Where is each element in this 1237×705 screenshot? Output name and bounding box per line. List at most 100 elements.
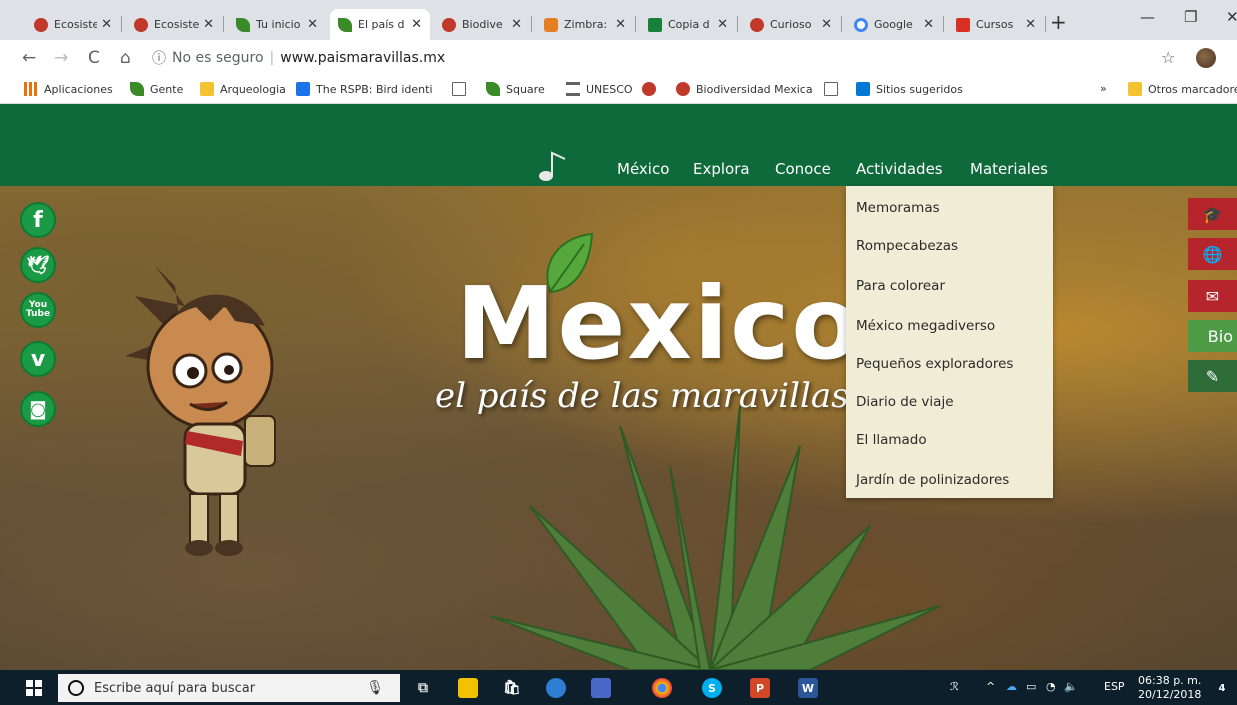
dropdown-item-jardin-de-polinizadores[interactable]: Jardín de polinizadores bbox=[856, 472, 1009, 488]
vimeo-icon[interactable]: v bbox=[20, 341, 56, 377]
graduation-cap-icon[interactable]: 🎓 bbox=[1188, 198, 1237, 230]
tab-separator bbox=[943, 16, 944, 32]
bookmark-item[interactable]: Aplicaciones bbox=[24, 82, 113, 96]
browser-tab[interactable]: Ecosiste ✕ bbox=[26, 9, 120, 40]
youtube-icon[interactable]: You Tube bbox=[20, 292, 56, 328]
menu-explora[interactable]: Explora bbox=[693, 160, 750, 178]
bookmark-item[interactable]: Gente bbox=[130, 82, 183, 96]
microphone-icon[interactable]: 🎙 bbox=[366, 680, 384, 696]
bookmark-item[interactable] bbox=[824, 82, 844, 96]
music-note-logo-icon[interactable] bbox=[537, 149, 571, 183]
home-button[interactable]: ⌂ bbox=[120, 48, 131, 68]
menu-materiales[interactable]: Materiales bbox=[970, 160, 1048, 178]
dropdown-item-memoramas[interactable]: Memoramas bbox=[856, 200, 940, 216]
info-icon[interactable]: ⓘ bbox=[152, 48, 166, 68]
browser-tab[interactable]: Zimbra: ✕ bbox=[536, 9, 634, 40]
back-button[interactable]: ← bbox=[22, 48, 36, 68]
instagram-icon[interactable]: ◙ bbox=[20, 391, 56, 427]
menu-mexico[interactable]: México bbox=[617, 160, 669, 178]
globe-icon bbox=[134, 17, 148, 32]
forward-button[interactable]: → bbox=[54, 48, 68, 68]
dropdown-item-mexico-megadiverso[interactable]: México megadiverso bbox=[856, 318, 995, 334]
bookmark-label: Aplicaciones bbox=[44, 82, 113, 96]
bookmark-item[interactable]: UNESCO bbox=[566, 82, 633, 96]
file-explorer-icon[interactable] bbox=[458, 678, 478, 698]
windows-start-icon[interactable] bbox=[26, 680, 42, 696]
envelope-icon[interactable]: ✉ bbox=[1188, 280, 1237, 312]
bookmark-star-icon[interactable]: ☆ bbox=[1161, 48, 1175, 67]
close-tab-icon[interactable]: ✕ bbox=[101, 17, 112, 32]
chevron-up-icon[interactable]: ^ bbox=[986, 680, 995, 693]
close-tab-icon[interactable]: ✕ bbox=[411, 17, 422, 32]
bookmark-item[interactable] bbox=[452, 82, 472, 96]
browser-tab[interactable]: Ecosiste ✕ bbox=[126, 9, 222, 40]
chrome-icon[interactable] bbox=[652, 678, 672, 698]
restore-button[interactable]: ❐ bbox=[1184, 8, 1197, 26]
network-globe-icon[interactable] bbox=[546, 678, 566, 698]
close-tab-icon[interactable]: ✕ bbox=[821, 17, 832, 32]
facebook-icon[interactable]: f bbox=[20, 202, 56, 238]
browser-tab[interactable]: Cursos ✕ bbox=[948, 9, 1044, 40]
twitter-icon[interactable]: 🕊 bbox=[20, 247, 56, 283]
zimbra-icon bbox=[544, 17, 558, 32]
bookmark-item[interactable]: Square bbox=[486, 82, 545, 96]
language-indicator[interactable]: ESP bbox=[1104, 680, 1125, 693]
battery-icon[interactable]: ▭ bbox=[1026, 680, 1036, 693]
security-status: No es seguro bbox=[172, 50, 264, 66]
close-window-button[interactable]: ✕ bbox=[1226, 8, 1237, 26]
close-tab-icon[interactable]: ✕ bbox=[717, 17, 728, 32]
browser-menu-icon[interactable]: ⋮ bbox=[1230, 48, 1237, 67]
browser-tab[interactable]: Biodive ✕ bbox=[434, 9, 530, 40]
profile-avatar[interactable] bbox=[1196, 48, 1216, 68]
bookmarks-overflow-button[interactable]: » bbox=[1100, 82, 1107, 95]
dropdown-item-pequenos-exploradores[interactable]: Pequeños exploradores bbox=[856, 356, 1013, 372]
globe-icon[interactable]: 🌐 bbox=[1188, 238, 1237, 270]
bookmark-item[interactable]: Arqueologia bbox=[200, 82, 286, 96]
close-tab-icon[interactable]: ✕ bbox=[615, 17, 626, 32]
tab-title: Cursos bbox=[976, 18, 1014, 31]
folder-icon bbox=[1128, 82, 1142, 96]
close-tab-icon[interactable]: ✕ bbox=[307, 17, 318, 32]
volume-icon[interactable]: 🔈 bbox=[1064, 680, 1078, 693]
clock[interactable]: 06:38 p. m. 20/12/2018 bbox=[1138, 674, 1201, 702]
wifi-icon[interactable]: ◔ bbox=[1046, 680, 1056, 693]
people-icon[interactable]: ℛ bbox=[950, 680, 959, 693]
browser-tab[interactable]: Copia d ✕ bbox=[640, 9, 736, 40]
bio-tab[interactable]: Bio bbox=[1188, 320, 1237, 352]
apps-grid-icon bbox=[24, 82, 38, 96]
dropdown-item-rompecabezas[interactable]: Rompecabezas bbox=[856, 238, 958, 254]
bookmark-item[interactable] bbox=[642, 82, 662, 96]
menu-actividades[interactable]: Actividades bbox=[856, 160, 943, 178]
close-tab-icon[interactable]: ✕ bbox=[1025, 17, 1036, 32]
dropdown-item-para-colorear[interactable]: Para colorear bbox=[856, 278, 945, 294]
other-bookmarks[interactable]: Otros marcadore bbox=[1128, 82, 1237, 96]
bookmark-item[interactable]: Sitios sugeridos bbox=[856, 82, 963, 96]
bookmark-item[interactable]: The RSPB: Bird identi bbox=[296, 82, 442, 96]
store-icon[interactable]: 🛍 bbox=[502, 678, 522, 698]
close-tab-icon[interactable]: ✕ bbox=[923, 17, 934, 32]
minimize-button[interactable]: — bbox=[1140, 8, 1155, 26]
powerpoint-icon[interactable]: P bbox=[750, 678, 770, 698]
onedrive-icon[interactable]: ☁ bbox=[1006, 680, 1017, 693]
skype-icon[interactable]: S bbox=[702, 678, 722, 698]
notifications-icon[interactable]: 4 bbox=[1212, 678, 1232, 698]
close-tab-icon[interactable]: ✕ bbox=[203, 17, 214, 32]
new-tab-button[interactable]: + bbox=[1050, 10, 1067, 34]
reload-button[interactable]: C bbox=[88, 48, 100, 68]
url-text[interactable]: www.paismaravillas.mx bbox=[280, 50, 445, 66]
browser-tab[interactable]: Tu inicio ✕ bbox=[228, 9, 326, 40]
address-bar[interactable]: ⓘ No es seguro | www.paismaravillas.mx bbox=[152, 45, 1172, 71]
pencil-icon[interactable]: ✎ bbox=[1188, 360, 1237, 392]
bookmark-item[interactable]: Biodiversidad Mexica bbox=[676, 82, 812, 96]
close-tab-icon[interactable]: ✕ bbox=[511, 17, 522, 32]
browser-tab[interactable]: Curioso ✕ bbox=[742, 9, 840, 40]
dropdown-item-el-llamado[interactable]: El llamado bbox=[856, 432, 927, 448]
word-icon[interactable]: W bbox=[798, 678, 818, 698]
menu-conoce[interactable]: Conoce bbox=[775, 160, 831, 178]
browser-tab[interactable]: Google ✕ bbox=[846, 9, 942, 40]
app-icon[interactable] bbox=[591, 678, 611, 698]
browser-tab-active[interactable]: El país d ✕ bbox=[330, 9, 430, 40]
taskbar-search[interactable]: Escribe aquí para buscar 🎙 bbox=[58, 674, 400, 702]
dropdown-item-diario-de-viaje[interactable]: Diario de viaje bbox=[856, 394, 954, 410]
task-view-icon[interactable]: ⧉ bbox=[413, 678, 433, 698]
